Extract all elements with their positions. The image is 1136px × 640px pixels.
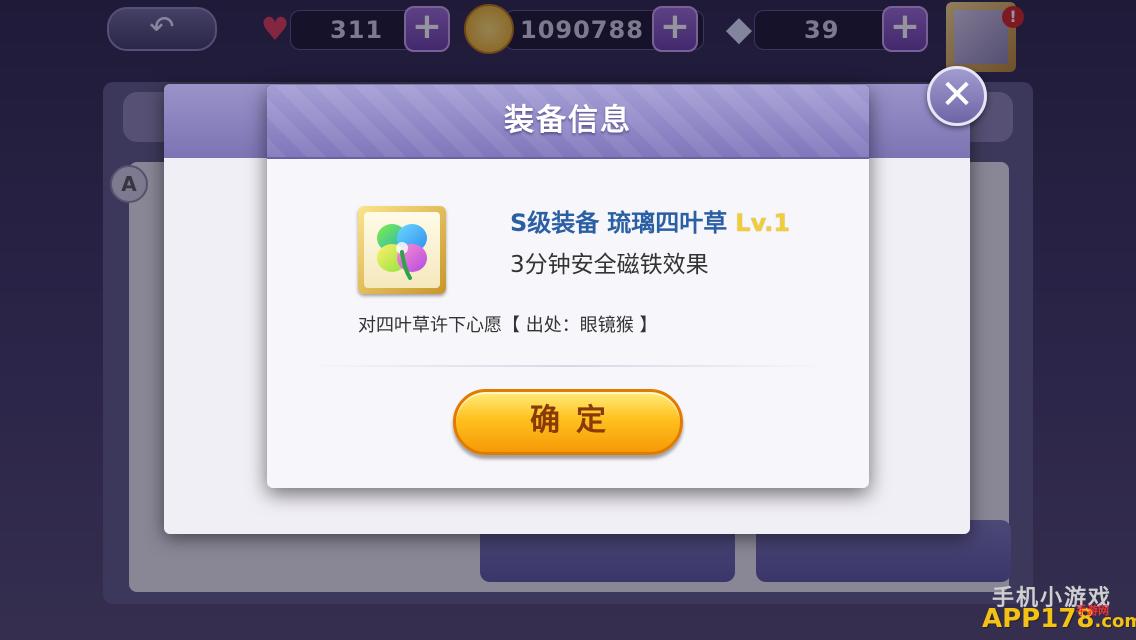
watermark-logo: APP178.com <box>982 604 1136 634</box>
item-icon-frame <box>358 206 446 294</box>
close-button[interactable]: ✕ <box>927 66 987 126</box>
watermark-sub: 手游网 <box>1076 604 1109 617</box>
equipment-info-dialog: 装备信息 S级装备 琉璃四叶草 Lv.1 3分钟安全磁铁效果 对四叶草许下心愿【… <box>267 85 869 488</box>
item-description: 对四叶草许下心愿【 出处：眼镜猴 】 <box>358 315 658 336</box>
item-title: S级装备 琉璃四叶草 Lv.1 <box>510 203 790 238</box>
confirm-label: 确定 <box>530 403 622 438</box>
item-grade: S级装备 <box>510 209 600 237</box>
divider <box>307 365 829 367</box>
dialog-title: 装备信息 <box>504 103 632 138</box>
item-name: 琉璃四叶草 <box>607 209 728 237</box>
confirm-button[interactable]: 确定 <box>453 389 683 455</box>
item-effect: 3分钟安全磁铁效果 <box>510 252 709 278</box>
four-leaf-clover-icon <box>377 224 427 280</box>
watermark: 手机小游戏 APP178.com 手游网 <box>982 580 1136 636</box>
item-level: Lv.1 <box>735 209 791 237</box>
close-icon: ✕ <box>940 72 974 118</box>
